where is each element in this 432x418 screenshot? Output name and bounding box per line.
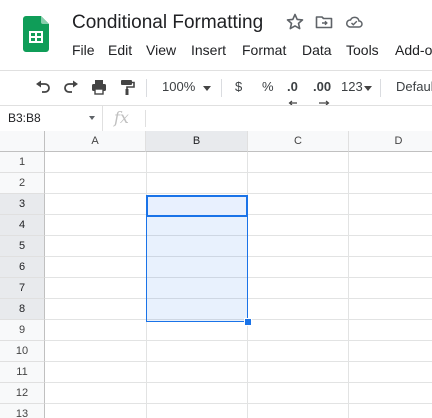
name-box[interactable]: B3:B8: [0, 106, 103, 131]
menu-edit[interactable]: Edit: [108, 40, 132, 60]
chevron-down-icon[interactable]: [203, 86, 211, 91]
row-header-3[interactable]: 3: [0, 194, 45, 215]
format-percent-button[interactable]: %: [262, 78, 274, 96]
more-formats-button[interactable]: 123: [341, 78, 363, 96]
header: Conditional Formatting File Edit View In…: [0, 0, 432, 70]
toolbar: 100% $ % .0 .00 123 Defaul: [0, 70, 432, 106]
formula-input[interactable]: [150, 106, 432, 131]
row-header-5[interactable]: 5: [0, 236, 45, 257]
spreadsheet-grid: A B C D 1 2 3 4 5 6 7 8 9 10 11 12 13: [0, 131, 432, 418]
arrow-left-icon: [288, 93, 298, 106]
cloud-status-icon[interactable]: [344, 12, 364, 32]
row-header-7[interactable]: 7: [0, 278, 45, 299]
paint-format-icon[interactable]: [117, 77, 137, 97]
menu-bar: File Edit View Insert Format Data Tools …: [0, 40, 432, 62]
row-header-1[interactable]: 1: [0, 152, 45, 173]
menu-tools[interactable]: Tools: [346, 40, 379, 60]
print-icon[interactable]: [89, 77, 109, 97]
document-title[interactable]: Conditional Formatting: [72, 12, 263, 34]
row-header-10[interactable]: 10: [0, 341, 45, 362]
column-header-d[interactable]: D: [349, 131, 432, 152]
arrow-right-icon: [318, 93, 330, 106]
active-cell[interactable]: [146, 195, 248, 217]
column-header-c[interactable]: C: [248, 131, 349, 152]
row-header-2[interactable]: 2: [0, 173, 45, 194]
menu-file[interactable]: File: [72, 40, 95, 60]
font-select[interactable]: Defaul: [396, 78, 432, 96]
move-to-folder-icon[interactable]: [314, 12, 334, 32]
row-header-12[interactable]: 12: [0, 383, 45, 404]
menu-view[interactable]: View: [146, 40, 176, 60]
formula-bar: B3:B8 fx: [0, 105, 432, 132]
fill-handle[interactable]: [244, 318, 252, 326]
menu-data[interactable]: Data: [302, 40, 332, 60]
star-icon[interactable]: [285, 12, 305, 32]
toolbar-divider: [146, 79, 147, 97]
row-header-9[interactable]: 9: [0, 320, 45, 341]
redo-icon[interactable]: [61, 77, 81, 97]
menu-insert[interactable]: Insert: [191, 40, 226, 60]
menu-add-ons[interactable]: Add-o: [395, 40, 432, 60]
row-header-8[interactable]: 8: [0, 299, 45, 320]
chevron-down-icon[interactable]: [89, 116, 95, 120]
column-header-a[interactable]: A: [45, 131, 146, 152]
undo-icon[interactable]: [33, 77, 53, 97]
row-header-4[interactable]: 4: [0, 215, 45, 236]
row-header-6[interactable]: 6: [0, 257, 45, 278]
name-box-value: B3:B8: [8, 111, 41, 125]
zoom-select[interactable]: 100%: [162, 78, 195, 96]
row-header-11[interactable]: 11: [0, 362, 45, 383]
toolbar-divider: [221, 79, 222, 97]
chevron-down-icon[interactable]: [364, 86, 372, 91]
menu-format[interactable]: Format: [242, 40, 286, 60]
formula-divider: [145, 110, 146, 127]
toolbar-divider: [380, 79, 381, 97]
format-currency-button[interactable]: $: [235, 78, 242, 96]
fx-icon: fx: [114, 108, 129, 127]
column-header-b[interactable]: B: [146, 131, 248, 152]
row-header-13[interactable]: 13: [0, 404, 45, 418]
select-all-corner[interactable]: [0, 131, 45, 152]
